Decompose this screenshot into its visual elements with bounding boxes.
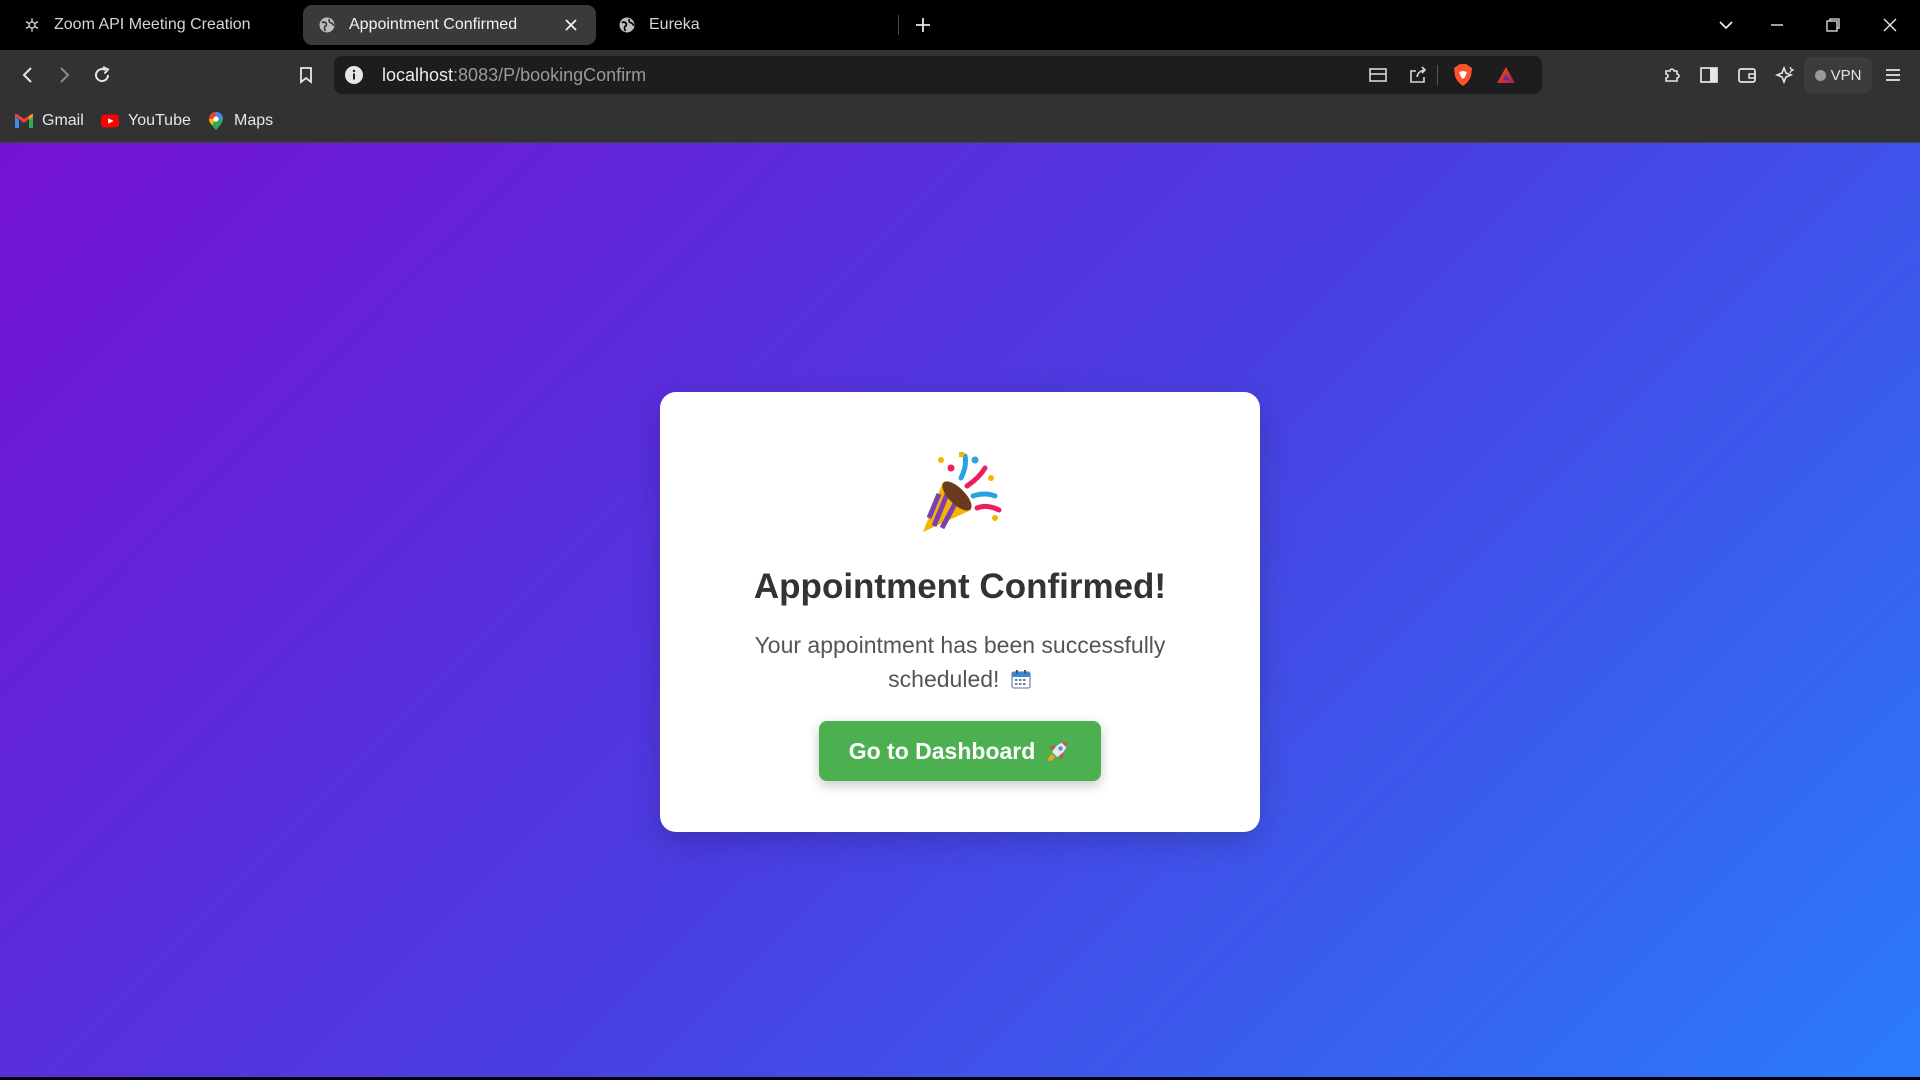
url-host: localhost bbox=[382, 65, 454, 85]
vpn-status-dot bbox=[1814, 69, 1826, 81]
forward-icon[interactable] bbox=[49, 60, 79, 90]
vpn-label: VPN bbox=[1830, 66, 1862, 84]
menu-icon[interactable] bbox=[1878, 60, 1908, 90]
tab-title: Appointment Confirmed bbox=[349, 16, 518, 33]
go-to-dashboard-button[interactable]: Go to Dashboard bbox=[819, 721, 1101, 781]
back-icon[interactable] bbox=[13, 60, 43, 90]
bookmark-maps[interactable]: Maps bbox=[206, 109, 273, 133]
confirmation-message: Your appointment has been successfully s… bbox=[754, 632, 1166, 692]
bookmark-youtube[interactable]: YouTube bbox=[100, 109, 191, 133]
sidebar-icon[interactable] bbox=[1694, 60, 1724, 90]
tab-zoom-api[interactable]: Zoom API Meeting Creation bbox=[8, 5, 298, 45]
bookmark-label: YouTube bbox=[128, 112, 191, 129]
bookmark-label: Maps bbox=[234, 112, 274, 129]
bookmark-label: Gmail bbox=[42, 112, 84, 129]
extensions-icon[interactable] bbox=[1657, 60, 1687, 90]
party-popper-icon bbox=[923, 452, 1002, 532]
globe-icon bbox=[317, 15, 337, 35]
dashboard-button-label: Go to Dashboard bbox=[848, 737, 1036, 764]
brave-shields-icon[interactable] bbox=[1451, 63, 1475, 87]
restore-icon[interactable] bbox=[1818, 10, 1848, 40]
close-window-icon[interactable] bbox=[1875, 10, 1905, 40]
confirmation-message-block: Your appointment has been successfully s… bbox=[750, 628, 1170, 696]
minimize-icon[interactable] bbox=[1762, 10, 1792, 40]
openai-logo-icon bbox=[22, 15, 42, 35]
rocket-icon bbox=[1048, 742, 1068, 761]
vpn-button[interactable]: VPN bbox=[1804, 57, 1872, 93]
bookmarks-bar: Gmail YouTube Maps bbox=[0, 100, 1920, 143]
url-text[interactable]: localhost:8083/P/bookingConfirm bbox=[382, 65, 646, 86]
url-path: :8083/P/bookingConfirm bbox=[453, 65, 647, 85]
confirmation-title: Appointment Confirmed! bbox=[753, 567, 1167, 606]
page-background: Appointment Confirmed! Your appointment … bbox=[0, 143, 1920, 1077]
tab-title: Eureka bbox=[649, 16, 700, 33]
address-bar[interactable]: localhost:8083/P/bookingConfirm bbox=[334, 56, 1542, 94]
reader-mode-icon[interactable] bbox=[1366, 63, 1390, 87]
new-tab-button[interactable] bbox=[908, 10, 938, 40]
tab-separator bbox=[898, 15, 899, 35]
tab-search-chevron-down-icon[interactable] bbox=[1711, 10, 1741, 40]
bookmark-icon[interactable] bbox=[291, 60, 321, 90]
reload-icon[interactable] bbox=[87, 60, 117, 90]
youtube-icon bbox=[100, 111, 120, 131]
globe-icon bbox=[617, 15, 637, 35]
confirmation-card: Appointment Confirmed! Your appointment … bbox=[660, 392, 1260, 832]
tab-title: Zoom API Meeting Creation bbox=[54, 16, 251, 33]
leo-ai-icon[interactable] bbox=[1770, 60, 1800, 90]
gmail-icon bbox=[14, 111, 34, 131]
tab-appointment-confirmed[interactable]: Appointment Confirmed bbox=[303, 5, 596, 45]
wallet-icon[interactable] bbox=[1732, 60, 1762, 90]
bookmark-gmail[interactable]: Gmail bbox=[14, 109, 84, 133]
site-info-icon[interactable] bbox=[344, 65, 364, 85]
brave-rewards-icon[interactable] bbox=[1494, 63, 1518, 87]
maps-icon bbox=[206, 111, 226, 131]
tab-eureka[interactable]: Eureka bbox=[603, 5, 893, 45]
tab-strip: Zoom API Meeting Creation Appointment Co… bbox=[0, 0, 1920, 50]
omnibox-divider bbox=[1437, 65, 1438, 85]
calendar-icon bbox=[1011, 670, 1031, 689]
share-icon[interactable] bbox=[1406, 63, 1430, 87]
close-icon[interactable] bbox=[560, 14, 582, 36]
